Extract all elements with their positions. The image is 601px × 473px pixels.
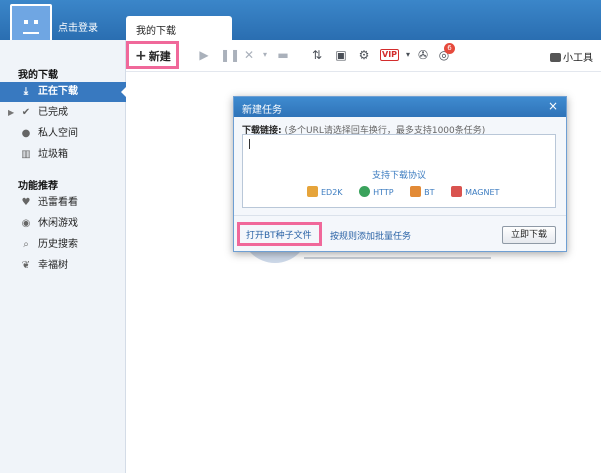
sidebar-section-title-featured: 功能推荐	[18, 181, 58, 192]
protocol-label: HTTP	[373, 188, 394, 197]
vip-icon[interactable]: VIP	[380, 49, 400, 61]
trash-icon: ▥	[21, 149, 31, 160]
sidebar-item-label: 正在下载	[38, 86, 78, 97]
empty-state-divider	[304, 257, 491, 259]
tab-my-downloads[interactable]: 我的下载	[126, 16, 232, 40]
chevron-down-icon[interactable]: ▾	[258, 48, 272, 62]
dialog-title: 新建任务	[242, 105, 282, 116]
new-task-button[interactable]: + 新建	[126, 41, 179, 69]
download-now-button[interactable]: 立即下载	[502, 226, 556, 244]
sidebar-item-completed[interactable]: ▶ ✔ 已完成	[0, 103, 126, 123]
gear-icon[interactable]: ⚙	[357, 48, 371, 62]
sidebar-item-happy-tree[interactable]: ❦ 幸福树	[0, 256, 126, 276]
sidebar-item-label: 垃圾箱	[38, 149, 68, 160]
sidebar: 我的下载 ⤓ 正在下载 ▶ ✔ 已完成 ● 私人空间 ▥ 垃圾箱 功能推荐 ♥ …	[0, 40, 127, 473]
new-task-dialog: 新建任务 × 下载链接: (多个URL请选择回车换行，最多支持1000条任务) …	[233, 96, 567, 252]
info-icon[interactable]: ▣	[334, 48, 348, 62]
sidebar-item-label: 幸福树	[38, 260, 68, 271]
plus-icon: +	[135, 48, 147, 64]
gamepad-icon: ◉	[21, 218, 31, 229]
protocols-title: 支持下载协议	[371, 171, 426, 181]
avatar-mouth	[23, 32, 39, 34]
dialog-footer: 打开BT种子文件 按规则添加批量任务 立即下载	[234, 215, 566, 251]
toolbox-icon	[550, 53, 561, 62]
play-icon[interactable]: ▶	[197, 48, 211, 62]
sidebar-item-label: 迅雷看看	[38, 197, 78, 208]
check-icon: ✔	[21, 107, 31, 118]
url-input[interactable]: 支持下载协议 ED2K HTTP BT MAGNET	[242, 134, 556, 208]
film-reel-icon[interactable]: ✇	[416, 48, 430, 62]
tools-label: 小工具	[563, 53, 593, 64]
sidebar-item-label: 私人空间	[38, 128, 78, 139]
sidebar-item-label: 休闲游戏	[38, 218, 78, 229]
download-icon: ⤓	[23, 86, 29, 97]
notification-badge: 6	[444, 43, 455, 54]
folder-icon[interactable]: ▬	[276, 48, 290, 62]
sidebar-item-downloading[interactable]: ⤓ 正在下载	[0, 82, 127, 102]
leaf-icon: ❦	[21, 260, 31, 271]
protocol-label: BT	[424, 188, 435, 197]
sidebar-item-label: 已完成	[38, 107, 68, 118]
text-cursor	[249, 139, 250, 149]
protocol-bt: BT	[410, 186, 435, 197]
bt-folder-icon	[410, 186, 422, 197]
sidebar-item-history-search[interactable]: ⌕ 历史搜索	[0, 235, 126, 255]
protocol-magnet: MAGNET	[451, 186, 499, 197]
top-bar: 点击登录 我的下载	[0, 0, 601, 46]
dialog-header: 新建任务 ×	[234, 97, 566, 117]
protocol-list: ED2K HTTP BT MAGNET	[307, 186, 513, 197]
chevron-down-icon[interactable]: ▾	[401, 48, 415, 62]
open-bt-torrent-link[interactable]: 打开BT种子文件	[237, 222, 322, 246]
sidebar-item-trash[interactable]: ▥ 垃圾箱	[0, 145, 126, 165]
close-icon[interactable]: ×	[548, 99, 558, 113]
pause-icon[interactable]: ❚❚	[220, 48, 240, 62]
user-icon: ●	[21, 128, 31, 139]
avatar-eye-right	[34, 20, 38, 24]
heart-icon: ♥	[21, 197, 31, 208]
search-icon: ⌕	[23, 239, 29, 250]
add-batch-task-link[interactable]: 按规则添加批量任务	[330, 229, 411, 242]
protocol-label: MAGNET	[465, 188, 500, 197]
protocol-label: ED2K	[321, 188, 343, 197]
sort-icon[interactable]: ⇅	[310, 48, 324, 62]
toolbar: + 新建 ▶ ❚❚ ✕ ▾ ▬ ⇅ ▣ ⚙ VIP ▾ ✇ ◎ 6 小工具	[126, 40, 601, 72]
magnet-icon	[451, 186, 463, 197]
sidebar-item-label: 历史搜索	[38, 239, 78, 250]
sidebar-section-title-downloads: 我的下载	[18, 70, 58, 81]
expand-caret-icon[interactable]: ▶	[8, 103, 14, 123]
login-link[interactable]: 点击登录	[58, 19, 98, 34]
avatar-eye-left	[24, 20, 28, 24]
delete-icon[interactable]: ✕	[242, 48, 256, 62]
ed2k-icon	[307, 186, 318, 197]
protocol-ed2k: ED2K	[307, 186, 343, 197]
protocol-http: HTTP	[359, 186, 394, 197]
http-icon	[359, 186, 371, 197]
tools-button[interactable]: 小工具	[550, 49, 593, 64]
sidebar-item-private-space[interactable]: ● 私人空间	[0, 124, 126, 144]
new-task-label: 新建	[148, 50, 171, 63]
sidebar-item-xunlei-kankan[interactable]: ♥ 迅雷看看	[0, 193, 126, 213]
sidebar-item-casual-games[interactable]: ◉ 休闲游戏	[0, 214, 126, 234]
